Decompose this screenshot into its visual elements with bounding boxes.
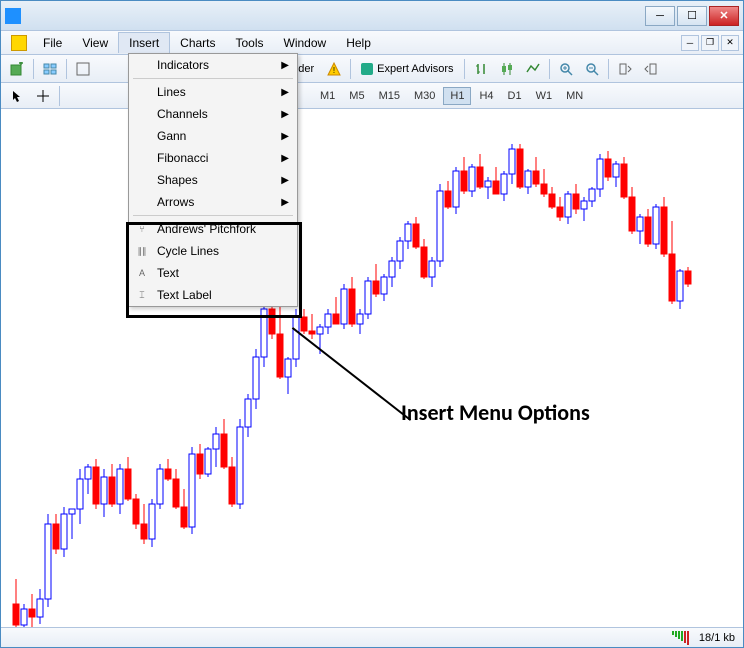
tf-m30[interactable]: M30 [408, 88, 441, 104]
menu-shapes-label: Shapes [157, 173, 198, 187]
mdi-minimize-button[interactable]: ─ [681, 35, 699, 51]
submenu-arrow-icon: ▶ [281, 60, 289, 71]
menu-insert[interactable]: Insert [118, 32, 170, 53]
minimize-button[interactable]: ─ [645, 6, 675, 26]
separator [133, 78, 293, 79]
menu-indicators-label: Indicators [157, 58, 209, 72]
crosshair-button[interactable] [31, 85, 55, 107]
menu-lines[interactable]: Lines ▶ [129, 81, 297, 103]
alert-icon[interactable]: ! [322, 58, 346, 80]
menu-lines-label: Lines [157, 85, 186, 99]
menu-channels-label: Channels [157, 107, 208, 121]
close-button[interactable]: ✕ [709, 6, 739, 26]
titlebar: ─ ☐ ✕ [1, 1, 743, 31]
separator [33, 59, 34, 79]
autoscroll-button[interactable] [613, 58, 637, 80]
mdi-restore-button[interactable]: ❐ [701, 35, 719, 51]
menu-view[interactable]: View [72, 33, 118, 53]
menu-arrows[interactable]: Arrows ▶ [129, 191, 297, 213]
new-chart-button[interactable] [5, 58, 29, 80]
submenu-arrow-icon: ▶ [281, 109, 289, 120]
submenu-arrow-icon: ▶ [281, 197, 289, 208]
annotation-highlight-box [126, 222, 302, 318]
toolbar-main: w Order ! Expert Advisors [1, 55, 743, 83]
chart-area[interactable]: Insert Menu Options [1, 109, 743, 627]
ea-label: Expert Advisors [377, 63, 453, 75]
toolbar-objects: M1 M5 M15 M30 H1 H4 D1 W1 MN [1, 83, 743, 109]
tf-m5[interactable]: M5 [343, 88, 370, 104]
maximize-button[interactable]: ☐ [677, 6, 707, 26]
menu-window[interactable]: Window [274, 33, 337, 53]
menu-file[interactable]: File [33, 33, 72, 53]
candle-chart-button[interactable] [495, 58, 519, 80]
annotation-label: Insert Menu Options [401, 399, 590, 426]
line-chart-button[interactable] [521, 58, 545, 80]
submenu-arrow-icon: ▶ [281, 131, 289, 142]
menu-tools[interactable]: Tools [226, 33, 274, 53]
submenu-arrow-icon: ▶ [281, 87, 289, 98]
statusbar: 18/1 kb [1, 627, 743, 647]
expert-advisors-button[interactable]: Expert Advisors [355, 61, 459, 77]
tf-h4[interactable]: H4 [473, 88, 499, 104]
menu-gann-label: Gann [157, 129, 186, 143]
zoom-in-button[interactable] [554, 58, 578, 80]
menu-arrows-label: Arrows [157, 195, 194, 209]
candlestick-chart [1, 109, 743, 627]
cursor-button[interactable] [5, 85, 29, 107]
menu-shapes[interactable]: Shapes ▶ [129, 169, 297, 191]
zoom-out-button[interactable] [580, 58, 604, 80]
menu-help[interactable]: Help [336, 33, 381, 53]
connection-icon [672, 631, 689, 645]
connection-status: 18/1 kb [699, 632, 735, 644]
submenu-arrow-icon: ▶ [281, 153, 289, 164]
menu-gann[interactable]: Gann ▶ [129, 125, 297, 147]
separator [66, 59, 67, 79]
mdi-close-button[interactable]: ✕ [721, 35, 739, 51]
tf-h1[interactable]: H1 [443, 87, 471, 105]
market-watch-button[interactable] [71, 58, 95, 80]
menubar: File View Insert Charts Tools Window Hel… [1, 31, 743, 55]
separator [350, 59, 351, 79]
menu-fibonacci[interactable]: Fibonacci ▶ [129, 147, 297, 169]
app-icon [5, 8, 21, 24]
menu-indicators[interactable]: Indicators ▶ [129, 54, 297, 76]
mdi-doc-icon [11, 35, 27, 51]
app-window: ─ ☐ ✕ File View Insert Charts Tools Wind… [0, 0, 744, 648]
separator [133, 215, 293, 216]
submenu-arrow-icon: ▶ [281, 175, 289, 186]
svg-text:!: ! [333, 66, 335, 75]
menu-fibonacci-label: Fibonacci [157, 151, 208, 165]
menu-charts[interactable]: Charts [170, 33, 225, 53]
tf-d1[interactable]: D1 [502, 88, 528, 104]
separator [608, 59, 609, 79]
tf-m1[interactable]: M1 [314, 88, 341, 104]
ea-icon [361, 63, 373, 75]
chartshift-button[interactable] [639, 58, 663, 80]
separator [464, 59, 465, 79]
tf-mn[interactable]: MN [560, 88, 589, 104]
tf-w1[interactable]: W1 [530, 88, 559, 104]
profiles-button[interactable] [38, 58, 62, 80]
separator [59, 86, 60, 106]
tf-m15[interactable]: M15 [373, 88, 406, 104]
bar-chart-button[interactable] [469, 58, 493, 80]
menu-channels[interactable]: Channels ▶ [129, 103, 297, 125]
separator [549, 59, 550, 79]
